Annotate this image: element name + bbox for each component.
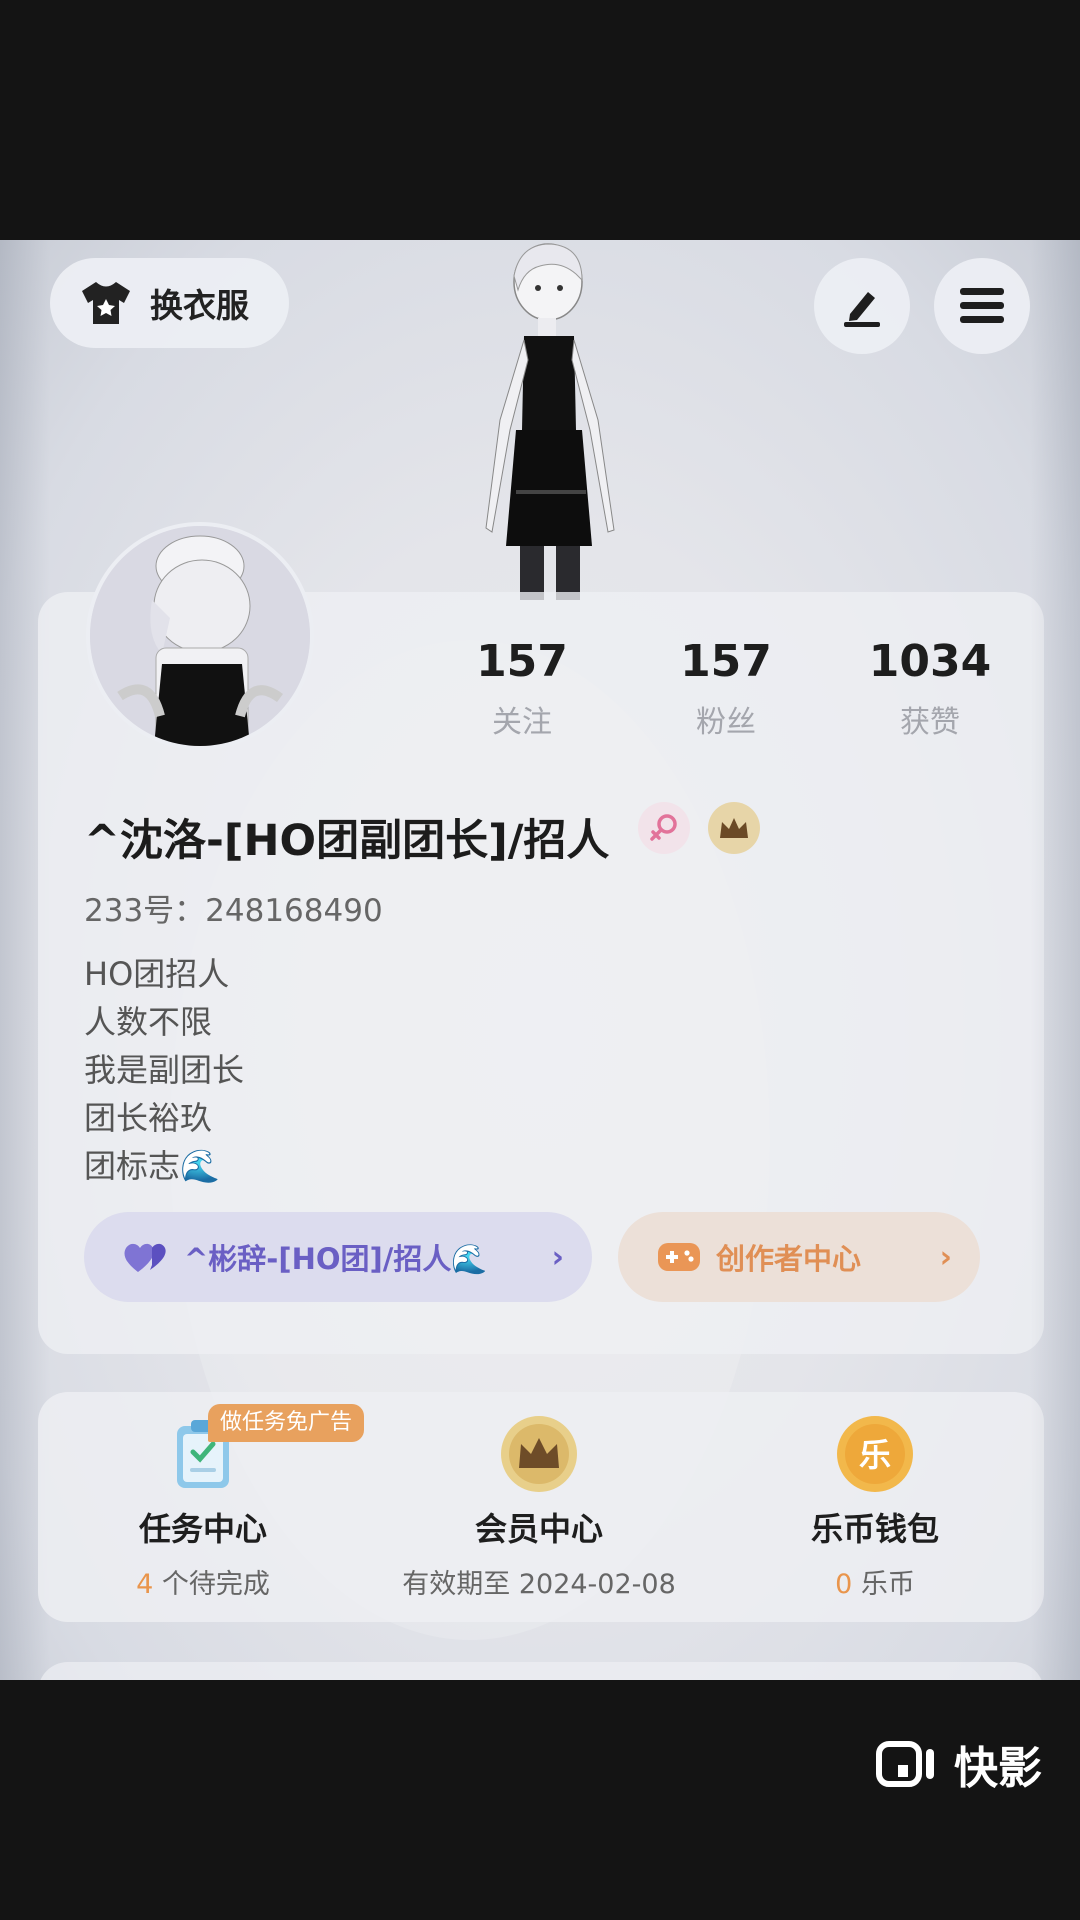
bio-line: 团长裕玖 [84,1099,213,1137]
pen-icon [844,292,880,327]
stat-likes[interactable]: 1034 获赞 [850,636,1010,741]
bio-line: 团标志🌊 [84,1147,220,1185]
watermark-text: 快影 [954,1743,1042,1794]
likes-count: 1034 [868,636,992,687]
bio-line: HO团招人 [84,955,230,993]
friend-link-button[interactable]: ^彬辞-[HO团]/招人🌊 › [84,1212,592,1302]
menu-icon [960,288,1004,323]
female-gender-icon [638,802,690,854]
bio: HO团招人 人数不限 我是副团长 团长裕玖 团标志🌊 [84,950,244,1190]
pending-task-label: 个待完成 [153,1569,270,1600]
creator-center-label: 创作者中心 [716,1242,862,1276]
coin-icon-char: 乐 [859,1436,891,1474]
profile-screen: 换衣服 157 关注 157 粉丝 1034 获赞 ^沈洛-[HO团副团长]/招… [0,240,1080,1680]
likes-label: 获赞 [900,705,960,740]
wallet-button[interactable]: 乐 乐币钱包 0 乐币 [710,1392,1040,1622]
avatar-image [90,526,310,746]
task-center-subtitle: 4 个待完成 [38,1562,368,1601]
chevron-right-icon: › [551,1239,564,1275]
edit-button[interactable] [814,258,910,354]
tshirt-icon [82,282,130,324]
pending-task-count: 4 [136,1569,154,1600]
next-card-peek [38,1662,1044,1680]
bio-line: 人数不限 [84,1003,213,1041]
followers-label: 粉丝 [696,705,756,740]
coin-balance: 0 [835,1569,853,1600]
hearts-icon [124,1243,166,1272]
gamepad-icon [658,1243,700,1271]
vip-crown-icon [708,802,760,854]
wallet-subtitle: 0 乐币 [710,1562,1040,1601]
task-center-title: 任务中心 [138,1510,267,1548]
avatar[interactable] [86,522,314,750]
stat-following[interactable]: 157 关注 [442,636,602,741]
change-outfit-label: 换衣服 [150,286,249,325]
vip-expiry: 有效期至 2024-02-08 [402,1569,676,1600]
vip-crown-coin-icon [499,1414,579,1494]
user-id: 233号：248168490 [84,893,383,929]
stat-followers[interactable]: 157 粉丝 [646,636,806,741]
username: ^沈洛-[HO团副团长]/招人 [84,816,610,866]
friend-link-label: ^彬辞-[HO团]/招人🌊 [184,1242,488,1276]
creator-center-button[interactable]: 创作者中心 › [618,1212,980,1302]
vip-center-title: 会员中心 [474,1510,603,1548]
chevron-right-icon: › [939,1239,952,1275]
following-count: 157 [476,636,568,687]
following-label: 关注 [492,705,552,740]
change-outfit-button[interactable]: 换衣服 [50,258,289,348]
ad-free-badge: 做任务免广告 [208,1404,365,1442]
app-watermark: 快影 [876,1732,1042,1796]
vip-center-button[interactable]: 会员中心 有效期至 2024-02-08 [374,1392,704,1622]
followers-count: 157 [680,636,772,687]
wallet-title: 乐币钱包 [810,1510,939,1548]
menu-button[interactable] [934,258,1030,354]
coin-icon: 乐 [835,1414,915,1494]
coin-unit: 乐币 [852,1569,915,1600]
avatar-character-image[interactable] [420,240,660,600]
bio-line: 我是副团长 [84,1051,245,1089]
video-camera-icon [876,1741,934,1787]
